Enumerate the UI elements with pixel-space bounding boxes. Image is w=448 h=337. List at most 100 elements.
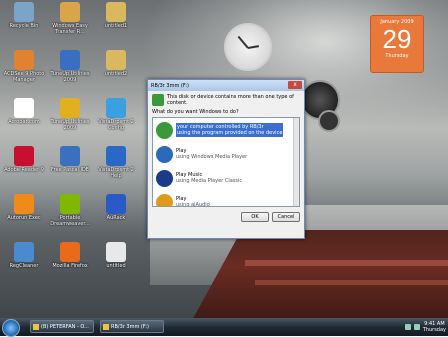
desktop-icon[interactable]: untitled1 <box>94 2 138 29</box>
desktop-icon-label: Mozilla Firefox <box>52 263 88 269</box>
autoplay-dialog: RB/3r 3mm (F:) x This disk or device con… <box>147 79 305 239</box>
regcleaner-icon <box>14 242 34 262</box>
dialog-titlebar[interactable]: RB/3r 3mm (F:) x <box>148 80 304 91</box>
desktop-icon-label: Portable Dreamweaver... <box>50 215 90 227</box>
option-text: Play using Windows Media Player <box>176 148 247 160</box>
option-list-scrollbar[interactable] <box>293 118 299 206</box>
option-subtitle: using aiAudio <box>176 202 210 207</box>
wallpaper-ship-deck <box>245 260 448 266</box>
desktop-icon-label: VistaDrpsmt 2 Help <box>98 167 134 179</box>
option-subtitle: using the program provided on the device <box>177 130 283 136</box>
dialog-question: What do you want Windows to do? <box>152 109 239 115</box>
option-text: your computer controlled by RB/3r using t… <box>176 123 284 137</box>
desktop-icon[interactable]: TuneUp Utilities 2009 <box>48 50 92 83</box>
option-text: Play Music using Media Player Classic <box>176 172 242 184</box>
desktop-icon-label: AuRack <box>106 215 126 221</box>
desktop-icon-label: untitled1 <box>104 23 128 29</box>
media-player-icon <box>156 145 173 163</box>
recycle-bin-icon <box>14 2 34 22</box>
taskbar-button-autoplay[interactable]: RB/3r 3mm (F:) <box>100 320 164 333</box>
tuneup-key-icon <box>60 98 80 118</box>
desktop-icon[interactable]: TuneUp Utilities 2009 <box>48 98 92 131</box>
aiaudio-icon <box>156 193 173 206</box>
tray-date: Thursday <box>422 327 446 333</box>
desktop-icon[interactable]: Adobe Reader 9 <box>2 146 46 173</box>
desktop-icon[interactable]: ACDSee 9 Photo Manager <box>2 50 46 83</box>
desktop-icon[interactable]: untitled <box>94 242 138 269</box>
desktop-icon-label: Autorun Exec <box>7 215 41 221</box>
desktop-icon[interactable]: RegCleaner <box>2 242 46 269</box>
autoplay-icon <box>152 94 164 106</box>
ok-button[interactable]: OK <box>241 212 269 222</box>
desktop-icon-label: untitled2 <box>104 71 128 77</box>
cancel-button[interactable]: Cancel <box>272 212 300 222</box>
house-icon <box>60 2 80 22</box>
desktop-icon-label: Acrobat.com <box>8 119 40 125</box>
mpc-icon <box>156 169 173 187</box>
calendar-day: 29 <box>382 24 412 54</box>
desktop-icon-label: Recycle Bin <box>9 23 39 29</box>
taskbar-button-explorer[interactable]: (B) PETERFAN - O... <box>30 320 94 333</box>
option-subtitle: using Media Player Classic <box>176 178 243 184</box>
vista-icon <box>106 98 126 118</box>
desktop-icon[interactable]: VistaDrpsmt 2 Config <box>94 98 138 131</box>
aurack-icon <box>106 194 126 214</box>
dreamweaver-icon <box>60 194 80 214</box>
autoplay-option[interactable]: Play using Windows Media Player <box>153 142 299 166</box>
folder-icon <box>106 2 126 22</box>
taskbar-button-label: (B) PETERFAN - O... <box>41 324 89 330</box>
desktop-icon-label: Free Pascal IDE <box>51 167 89 173</box>
network-icon[interactable] <box>404 324 411 330</box>
calendar-weekday: Thursday <box>385 53 409 59</box>
firefox-icon <box>60 242 80 262</box>
cpu-meter-small-dial <box>318 110 340 132</box>
desktop-icon[interactable]: Recycle Bin <box>2 2 46 29</box>
desktop-icon-label: TuneUp Utilities 2009 <box>50 71 90 83</box>
adobe-reader-icon <box>14 146 34 166</box>
option-subtitle: using Windows Media Player <box>176 154 248 160</box>
desktop-icon[interactable]: Mozilla Firefox <box>48 242 92 269</box>
tuneup-icon <box>60 50 80 70</box>
pascal-icon <box>60 146 80 166</box>
wallpaper-ship-deck-2 <box>255 280 448 285</box>
document-icon <box>106 242 126 262</box>
desktop-icon[interactable]: Free Pascal IDE <box>48 146 92 173</box>
autorun-icon <box>156 121 173 139</box>
desktop-icon-label: Adobe Reader 9 <box>4 167 44 173</box>
close-icon: x <box>293 81 297 88</box>
dialog-title: RB/3r 3mm (F:) <box>151 82 190 89</box>
folder-icon <box>33 324 39 330</box>
autoplay-option[interactable]: Play Music using Media Player Classic <box>153 166 299 190</box>
autoplay-option-list[interactable]: your computer controlled by RB/3r using t… <box>152 117 300 207</box>
desktop-icon[interactable]: VistaDrpsmt 2 Help <box>94 146 138 179</box>
start-button[interactable] <box>2 319 20 337</box>
desktop-icon-label: untitled <box>106 263 126 269</box>
acrobat-icon <box>14 98 34 118</box>
desktop-icon-label: TuneUp Utilities 2009 <box>50 119 90 131</box>
volume-icon[interactable] <box>413 324 420 330</box>
camera-icon <box>14 50 34 70</box>
autoplay-option[interactable]: your computer controlled by RB/3r using t… <box>153 118 299 142</box>
drive-icon <box>103 324 109 330</box>
option-text: Play using aiAudio <box>176 196 210 207</box>
desktop-icon-label: VistaDrpsmt 2 Config <box>98 119 134 131</box>
clock-minute-hand <box>247 45 260 49</box>
desktop-icon-label: ACDSee 9 Photo Manager <box>3 71 45 83</box>
desktop-icon[interactable]: Windows Easy Transfer R... <box>48 2 92 35</box>
taskbar: (B) PETERFAN - O... RB/3r 3mm (F:) 9:41 … <box>0 318 448 337</box>
calendar-gadget[interactable]: January 2009 29 Thursday <box>370 15 424 73</box>
close-button[interactable]: x <box>288 81 302 89</box>
desktop-icon-label: Windows Easy Transfer R... <box>52 23 88 35</box>
autoplay-option[interactable]: Play using aiAudio <box>153 190 299 207</box>
desktop-icon[interactable]: Autorun Exec <box>2 194 46 221</box>
desktop-icon[interactable]: untitled2 <box>94 50 138 77</box>
dialog-message: This disk or device contains more than o… <box>167 94 294 106</box>
help-icon <box>106 146 126 166</box>
clock-gadget[interactable] <box>224 23 272 71</box>
desktop-icon[interactable]: Portable Dreamweaver... <box>48 194 92 227</box>
desktop-icon[interactable]: AuRack <box>94 194 138 221</box>
taskbar-button-label: RB/3r 3mm (F:) <box>111 324 150 330</box>
tray-clock[interactable]: 9:41 AM Thursday <box>423 321 446 333</box>
desktop-icon[interactable]: Acrobat.com <box>2 98 46 125</box>
system-tray: 9:41 AM Thursday <box>404 320 446 334</box>
